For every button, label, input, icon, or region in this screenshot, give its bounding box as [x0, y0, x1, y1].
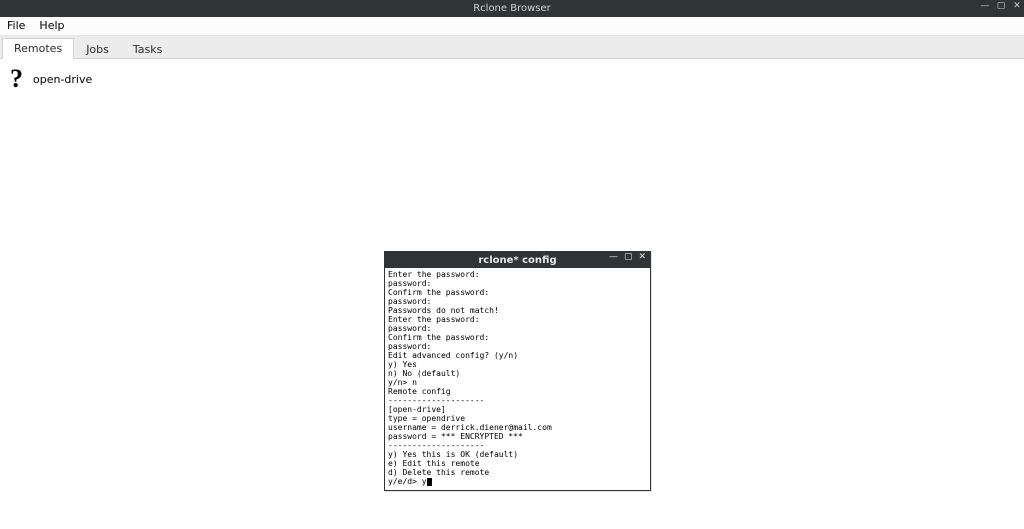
terminal-cursor-icon: [427, 478, 432, 486]
terminal-titlebar[interactable]: rclone* config — ▢ ✕: [385, 252, 650, 268]
remote-item-open-drive[interactable]: ? open-drive: [10, 69, 92, 89]
minimize-icon[interactable]: —: [980, 1, 990, 11]
tabbar: Remotes Jobs Tasks: [0, 36, 1024, 59]
main-window-titlebar: Rclone Browser — ▢ ✕: [0, 0, 1024, 17]
terminal-close-icon[interactable]: ✕: [638, 253, 646, 262]
terminal-window: rclone* config — ▢ ✕ Enter the password:…: [384, 251, 651, 491]
tab-tasks[interactable]: Tasks: [121, 39, 174, 59]
terminal-output[interactable]: Enter the password: password: Confirm th…: [385, 268, 650, 490]
maximize-icon[interactable]: ▢: [996, 1, 1006, 11]
unknown-remote-icon: ?: [10, 69, 23, 89]
close-icon[interactable]: ✕: [1012, 1, 1022, 11]
terminal-maximize-icon[interactable]: ▢: [624, 253, 633, 262]
remotes-panel: ? open-drive rclone* config — ▢ ✕ Enter …: [0, 59, 1024, 529]
tab-remotes[interactable]: Remotes: [2, 38, 74, 59]
menu-help[interactable]: Help: [32, 17, 71, 35]
menubar: File Help: [0, 17, 1024, 36]
menu-file[interactable]: File: [0, 17, 32, 35]
tab-jobs[interactable]: Jobs: [74, 39, 121, 59]
remote-item-label: open-drive: [33, 73, 92, 86]
terminal-text: Enter the password: password: Confirm th…: [388, 270, 552, 486]
terminal-minimize-icon[interactable]: —: [609, 253, 618, 262]
main-window-title: Rclone Browser: [0, 3, 1024, 14]
